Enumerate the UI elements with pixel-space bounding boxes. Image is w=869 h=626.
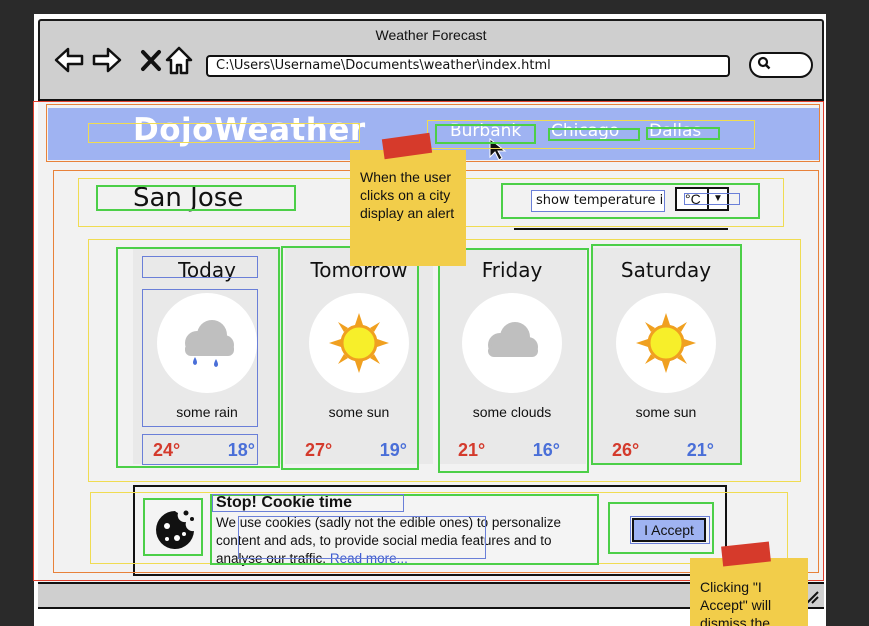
- forecast-card: Tomorrow some sun 27° 19°: [285, 248, 433, 464]
- nav-city-burbank[interactable]: Burbank: [450, 121, 521, 141]
- home-icon[interactable]: [162, 43, 196, 77]
- forward-arrow-icon[interactable]: [90, 43, 124, 77]
- forecast-card: Today some rain 24° 18°: [133, 248, 281, 464]
- forecast-high-temp: 27°: [305, 440, 333, 460]
- address-bar[interactable]: C:\Users\Username\Documents\weather\inde…: [206, 55, 730, 77]
- rain-cloud-icon: [185, 320, 234, 367]
- forecast-high-temp: 21°: [458, 440, 486, 460]
- forecast-low-temp: 16°: [532, 440, 560, 460]
- forecast-low-temp: 18°: [227, 440, 255, 460]
- chevron-down-icon: ▼: [707, 189, 727, 209]
- forecast-condition: some sun: [328, 404, 390, 420]
- sun-icon: [329, 313, 389, 373]
- back-arrow-icon[interactable]: [52, 43, 86, 77]
- forecast-day: Today: [178, 258, 236, 282]
- weather-icon-disc: [616, 293, 716, 393]
- mouse-cursor-icon: [489, 138, 507, 161]
- nav-city-chicago[interactable]: Chicago: [551, 121, 619, 141]
- sticky-note: When the user clicks on a city display a…: [350, 150, 466, 266]
- sticky-note-text: Clicking "I Accept" will dismiss the: [700, 579, 772, 626]
- cookie-message: We use cookies (sadly not the edible one…: [216, 514, 596, 568]
- forecast-day: Saturday: [620, 258, 712, 282]
- forecast-card: Saturday some sun 26° 21°: [592, 248, 740, 464]
- forecast-low-temp: 19°: [379, 440, 407, 460]
- weather-icon-disc: [157, 293, 257, 393]
- forecast-card: Friday some clouds 21° 16°: [438, 248, 586, 464]
- forecast-condition: some clouds: [472, 404, 552, 420]
- nav-city-dallas[interactable]: Dallas: [649, 121, 701, 141]
- forecast-high-temp: 26°: [612, 440, 640, 460]
- weather-icon-disc: [309, 293, 409, 393]
- cookie-title: Stop! Cookie time: [216, 494, 353, 511]
- forecast-low-temp: 21°: [686, 440, 714, 460]
- sun-icon: [636, 313, 696, 373]
- cloud-icon: [488, 322, 538, 357]
- accept-cookies-button[interactable]: I Accept: [632, 518, 706, 542]
- read-more-link[interactable]: Read more...: [330, 551, 408, 566]
- weather-icon-disc: [462, 293, 562, 393]
- divider: [514, 228, 728, 230]
- forecast-high-temp: 24°: [153, 440, 181, 460]
- temperature-unit-select[interactable]: °C ▼: [675, 187, 729, 211]
- cookie-icon: [156, 510, 194, 549]
- search-icon: [757, 56, 771, 73]
- sticky-note: Clicking "I Accept" will dismiss the: [690, 558, 808, 626]
- location-title: San Jose: [133, 183, 244, 213]
- search-box[interactable]: [749, 52, 813, 78]
- selected-unit: °C: [685, 191, 701, 207]
- forecast-condition: some rain: [176, 404, 238, 420]
- sticky-note-text: When the user clicks on a city display a…: [360, 169, 455, 221]
- forecast-condition: some sun: [635, 404, 697, 420]
- temperature-unit-label: show temperature in: [531, 190, 665, 212]
- site-logo[interactable]: DojoWeather: [133, 112, 366, 148]
